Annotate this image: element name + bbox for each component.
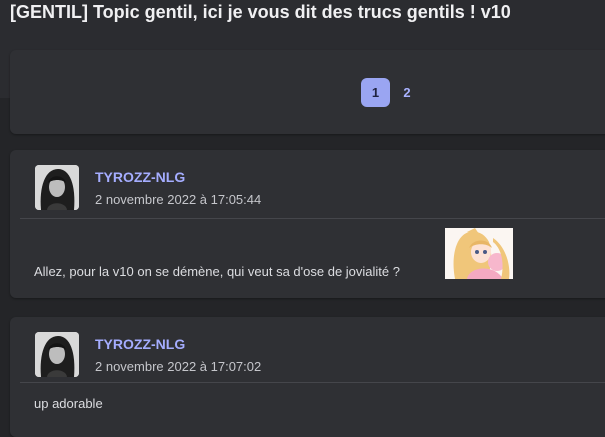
post-date[interactable]: 2 novembre 2022 à 17:05:44 (95, 192, 261, 207)
avatar-portrait-icon (35, 165, 79, 210)
post-message: up adorable (34, 396, 103, 411)
anime-girl-sticker[interactable] (445, 228, 513, 279)
avatar[interactable] (35, 332, 79, 377)
pagination-bar: 1 2 (10, 50, 605, 134)
post: TYROZZ-NLG 2 novembre 2022 à 17:07:02 up… (10, 317, 605, 437)
post-divider (20, 218, 605, 219)
post-message: Allez, pour la v10 on se démène, qui veu… (34, 264, 400, 279)
topic-title: [GENTIL] Topic gentil, ici je vous dit d… (10, 2, 511, 22)
page-2-link[interactable]: 2 (398, 78, 416, 107)
post-divider (20, 382, 605, 383)
page-1-button[interactable]: 1 (361, 78, 390, 107)
post-author[interactable]: TYROZZ-NLG (95, 336, 185, 352)
post-date[interactable]: 2 novembre 2022 à 17:07:02 (95, 359, 261, 374)
avatar[interactable] (35, 165, 79, 210)
anime-girl-sticker-image (445, 228, 513, 279)
post-author[interactable]: TYROZZ-NLG (95, 169, 185, 185)
avatar-portrait-icon (35, 332, 79, 377)
post: TYROZZ-NLG 2 novembre 2022 à 17:05:44 Al… (10, 150, 605, 298)
